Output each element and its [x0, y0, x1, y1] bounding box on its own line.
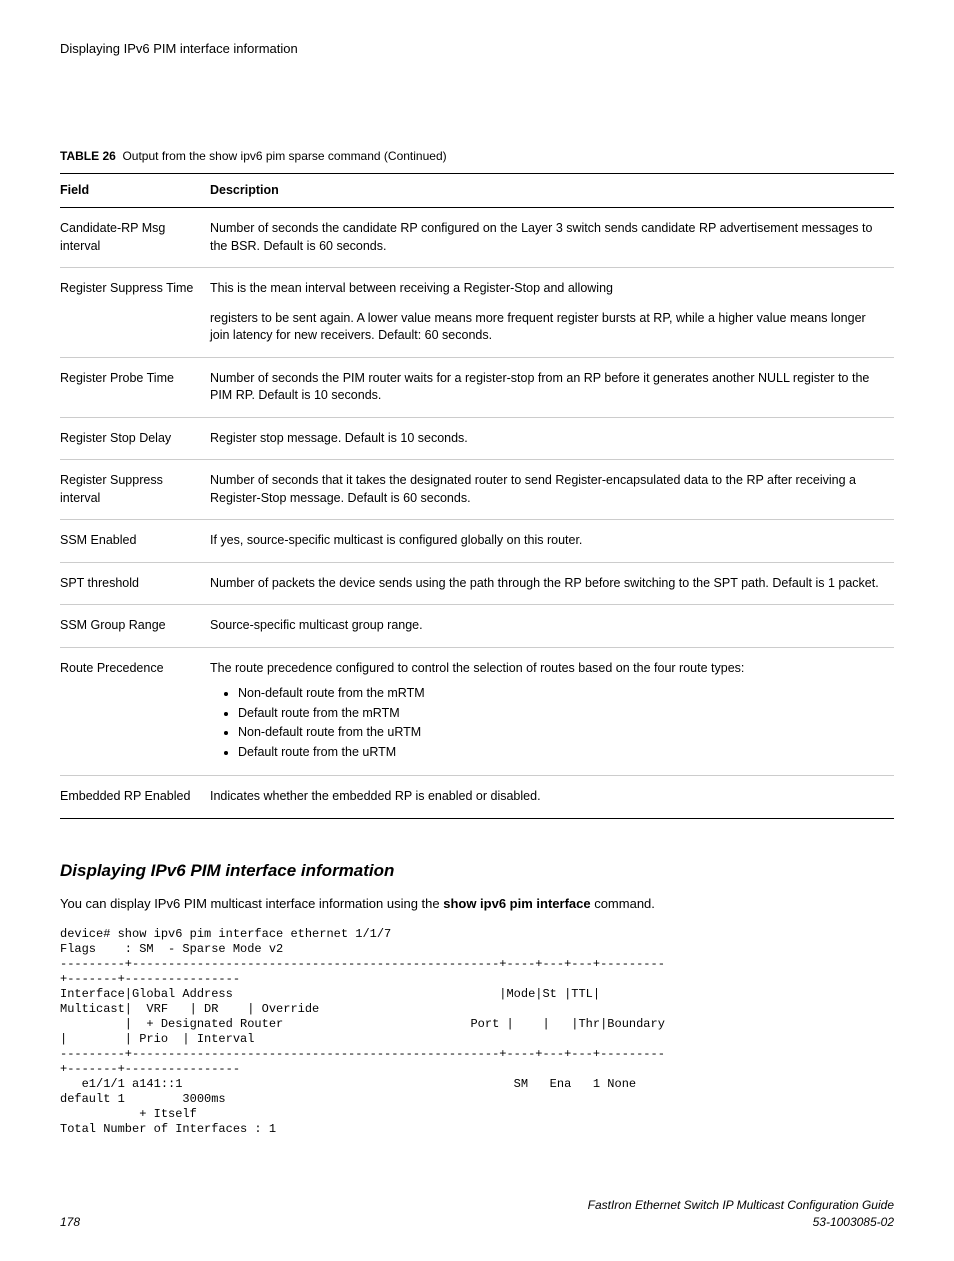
desc-line: The route precedence configured to contr…: [210, 660, 888, 678]
field-cell: SSM Enabled: [60, 520, 210, 563]
desc-cell: Register stop message. Default is 10 sec…: [210, 417, 894, 460]
table-row: Register Probe Time Number of seconds th…: [60, 357, 894, 417]
desc-cell: Source-specific multicast group range.: [210, 605, 894, 648]
desc-cell: If yes, source-specific multicast is con…: [210, 520, 894, 563]
desc-cell: The route precedence configured to contr…: [210, 647, 894, 776]
page-footer: 178 FastIron Ethernet Switch IP Multicas…: [60, 1197, 894, 1231]
table-row: Register Suppress interval Number of sec…: [60, 460, 894, 520]
desc-cell: Number of seconds the candidate RP confi…: [210, 208, 894, 268]
section-heading: Displaying IPv6 PIM interface informatio…: [60, 859, 894, 883]
list-item: Non-default route from the uRTM: [238, 724, 888, 742]
table-row: SSM Enabled If yes, source-specific mult…: [60, 520, 894, 563]
desc-cell: Number of seconds the PIM router waits f…: [210, 357, 894, 417]
body-text-pre: You can display IPv6 PIM multicast inter…: [60, 896, 443, 911]
body-text-post: command.: [591, 896, 655, 911]
desc-line: registers to be sent again. A lower valu…: [210, 310, 888, 345]
doc-number: 53-1003085-02: [588, 1214, 894, 1231]
definition-table: Field Description Candidate-RP Msg inter…: [60, 173, 894, 819]
field-cell: Candidate-RP Msg interval: [60, 208, 210, 268]
field-cell: Register Stop Delay: [60, 417, 210, 460]
doc-title: FastIron Ethernet Switch IP Multicast Co…: [588, 1197, 894, 1231]
table-row: Register Stop Delay Register stop messag…: [60, 417, 894, 460]
table-row: Register Suppress Time This is the mean …: [60, 268, 894, 358]
table-row: Embedded RP Enabled Indicates whether th…: [60, 776, 894, 819]
body-paragraph: You can display IPv6 PIM multicast inter…: [60, 895, 894, 913]
desc-line: This is the mean interval between receiv…: [210, 280, 888, 298]
desc-cell: Number of seconds that it takes the desi…: [210, 460, 894, 520]
table-caption: Output from the show ipv6 pim sparse com…: [122, 149, 446, 163]
field-cell: Embedded RP Enabled: [60, 776, 210, 819]
list-item: Default route from the mRTM: [238, 705, 888, 723]
bullet-list: Non-default route from the mRTM Default …: [210, 685, 888, 761]
list-item: Non-default route from the mRTM: [238, 685, 888, 703]
page-header: Displaying IPv6 PIM interface informatio…: [60, 40, 894, 58]
desc-cell: Indicates whether the embedded RP is ena…: [210, 776, 894, 819]
table-row: Route Precedence The route precedence co…: [60, 647, 894, 776]
table-row: SSM Group Range Source-specific multicas…: [60, 605, 894, 648]
field-cell: SPT threshold: [60, 562, 210, 605]
col-field: Field: [60, 173, 210, 208]
table-label: TABLE 26: [60, 149, 116, 163]
desc-cell: Number of packets the device sends using…: [210, 562, 894, 605]
doc-title-line: FastIron Ethernet Switch IP Multicast Co…: [588, 1197, 894, 1214]
table-row: Candidate-RP Msg interval Number of seco…: [60, 208, 894, 268]
list-item: Default route from the uRTM: [238, 744, 888, 762]
col-desc: Description: [210, 173, 894, 208]
field-cell: Register Probe Time: [60, 357, 210, 417]
desc-cell: This is the mean interval between receiv…: [210, 268, 894, 358]
table-row: SPT threshold Number of packets the devi…: [60, 562, 894, 605]
command-name: show ipv6 pim interface: [443, 896, 590, 911]
page-number: 178: [60, 1214, 80, 1231]
field-cell: Route Precedence: [60, 647, 210, 776]
field-cell: SSM Group Range: [60, 605, 210, 648]
table-title: TABLE 26 Output from the show ipv6 pim s…: [60, 148, 894, 165]
field-cell: Register Suppress interval: [60, 460, 210, 520]
code-block: device# show ipv6 pim interface ethernet…: [60, 927, 894, 1137]
field-cell: Register Suppress Time: [60, 268, 210, 358]
